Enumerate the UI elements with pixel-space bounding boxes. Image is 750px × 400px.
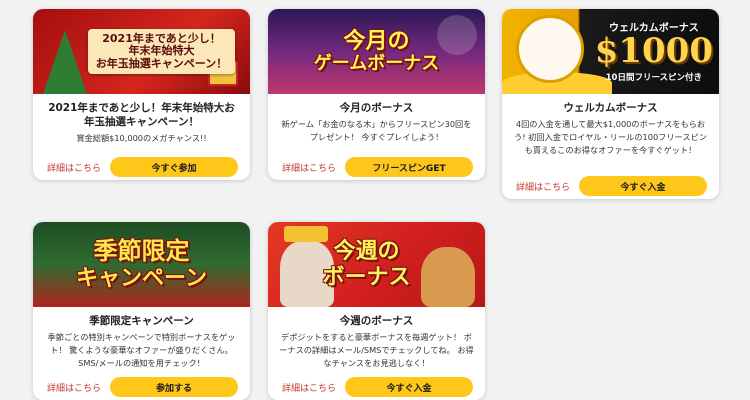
card-content: 季節限定キャンペーン 季節ごとの特別キャンペーンで特別ボーナスをゲット！ 驚くよ… [33,307,250,374]
promo-banner-image[interactable]: ウェルカムボーナス $1000 10日間フリースピン付き [502,9,719,94]
promo-card-monthly-bonus: 今月の ゲームボーナス 今月のボーナス 新ゲーム「お金のなる木」からフリースピン… [268,9,485,180]
banner-subtitle: 10日間フリースピン付き [605,73,703,83]
lucky-cat-icon [516,15,584,83]
banner-line: ゲームボーナス [313,52,440,74]
banner-line: お年玉抽選キャンペーン！ [95,56,228,70]
promo-card-welcome-bonus: ウェルカムボーナス $1000 10日間フリースピン付き ウェルカムボーナス 4… [502,9,719,199]
crown-icon [284,226,328,242]
details-link[interactable]: 詳細はこちら [47,381,101,394]
banner-amount: $1000 [594,31,713,71]
banner-line: 年末年始特大 [128,44,195,58]
card-title: 2021年まであと少し！年末年始特大お年玉抽選キャンペーン！ [48,102,235,129]
card-footer: 詳細はこちら 参加する [33,374,250,400]
corgi-dog-icon [421,247,475,307]
free-spin-get-button[interactable]: フリースピンGET [345,157,473,177]
card-description: 賞金総額$10,000のメガチャンス!! [76,133,207,144]
details-link[interactable]: 詳細はこちら [282,161,336,174]
participate-button[interactable]: 参加する [110,377,238,397]
banner-line: 今月の [343,28,410,54]
card-footer: 詳細はこちら 今すぐ入金 [268,374,485,400]
banner-line: ボーナス [322,264,411,290]
card-content: ウェルカムボーナス 4回の入金を通して最大$1,000のボーナスをもらおう! 初… [502,94,719,173]
banner-text: 2021年まであと少し！ 年末年始特大 お年玉抽選キャンペーン！ [87,28,236,75]
promo-banner-image[interactable]: 今週の ボーナス [268,222,485,307]
details-link[interactable]: 詳細はこちら [516,180,570,193]
card-footer: 詳細はこちら 今すぐ入金 [502,173,719,199]
promo-banner-image[interactable]: 2021年まであと少し！ 年末年始特大 お年玉抽選キャンペーン！ [33,9,250,94]
card-footer: 詳細はこちら 今すぐ参加 [33,154,250,180]
deposit-now-button[interactable]: 今すぐ入金 [579,176,707,196]
card-title: 季節限定キャンペーン [89,315,194,327]
banner-text: 今週の ボーナス [322,239,410,290]
card-content: 今週のボーナス デポジットをすると豪華ボーナスを毎週ゲット！ ボーナスの詳細はメ… [268,307,485,374]
promo-banner-image[interactable]: 季節限定 キャンペーン [33,222,250,307]
details-link[interactable]: 詳細はこちら [47,161,101,174]
details-link[interactable]: 詳細はこちら [282,381,336,394]
promo-card-new-year: 2021年まであと少し！ 年末年始特大 お年玉抽選キャンペーン！ 2021年まで… [33,9,250,180]
card-title: ウェルカムボーナス [563,102,658,114]
card-description: 4回の入金を通して最大$1,000のボーナスをもらおう! 初回入金でロイヤル・リ… [514,119,707,155]
card-title: 今週のボーナス [339,315,414,327]
banner-line: 季節限定 [93,237,190,266]
card-description: 新ゲーム「お金のなる木」からフリースピン30回をプレゼント！ 今すぐプレイしよう… [281,119,472,142]
banner-line: キャンペーン [76,265,207,291]
card-content: 今月のボーナス 新ゲーム「お金のなる木」からフリースピン30回をプレゼント！ 今… [268,94,485,154]
banner-text: 季節限定 キャンペーン [76,237,207,291]
banner-line: 今週の [333,239,400,265]
card-content: 2021年まであと少し！年末年始特大お年玉抽選キャンペーン！ 賞金総額$10,0… [33,94,250,154]
christmas-tree-icon [43,30,87,94]
promo-card-weekly-bonus: 今週の ボーナス 今週のボーナス デポジットをすると豪華ボーナスを毎週ゲット！ … [268,222,485,400]
promo-banner-image[interactable]: 今月の ゲームボーナス [268,9,485,94]
card-title: 今月のボーナス [339,102,414,114]
promo-card-seasonal: 季節限定 キャンペーン 季節限定キャンペーン 季節ごとの特別キャンペーンで特別ボ… [33,222,250,400]
snowflake-icon [437,15,477,55]
deposit-now-button[interactable]: 今すぐ入金 [345,377,473,397]
banner-text: 今月の ゲームボーナス [314,29,439,75]
welcome-banner-text: ウェルカムボーナス $1000 10日間フリースピン付き [595,19,713,83]
card-description: 季節ごとの特別キャンペーンで特別ボーナスをゲット！ 驚くような豪華なオファーが盛… [47,332,236,368]
card-footer: 詳細はこちら フリースピンGET [268,154,485,180]
card-description: デポジットをすると豪華ボーナスを毎週ゲット！ ボーナスの詳細はメール/SMSでチ… [279,332,474,368]
join-now-button[interactable]: 今すぐ参加 [110,157,238,177]
